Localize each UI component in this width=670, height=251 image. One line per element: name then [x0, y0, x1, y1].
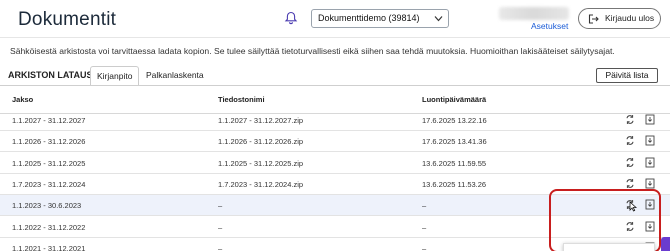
cell-filename: 1.1.2025 - 31.12.2025.zip [218, 158, 304, 168]
logout-button[interactable]: Kirjaudu ulos [578, 8, 661, 29]
user-name-blurred [499, 7, 569, 20]
download-icon[interactable] [645, 114, 655, 125]
cell-period: 1.1.2022 - 31.12.2022 [12, 222, 86, 232]
cell-created: 17.6.2025 13.41.36 [422, 137, 487, 147]
regenerate-icon[interactable] [625, 178, 635, 189]
cell-created: – [422, 201, 427, 211]
regenerate-icon[interactable] [625, 135, 635, 146]
cell-filename: 1.1.2026 - 31.12.2026.zip [218, 137, 304, 147]
table-row: 1.1.2027 - 31.12.2027 1.1.2027 - 31.12.20… [0, 110, 670, 131]
cell-filename: – [218, 222, 223, 232]
cell-created: 13.6.2025 11.53.26 [422, 179, 487, 189]
cell-filename: 1.1.2027 - 31.12.2027.zip [218, 116, 304, 125]
cell-period: 1.1.2025 - 31.12.2025 [12, 158, 86, 168]
download-icon[interactable] [645, 135, 655, 146]
logout-label: Kirjaudu ulos [605, 13, 655, 23]
logout-icon [588, 14, 599, 24]
regenerate-icon[interactable] [625, 157, 635, 168]
tab-palkanlaskenta[interactable]: Palkanlaskenta [140, 66, 210, 86]
settings-link[interactable]: Asetukset [531, 21, 568, 31]
download-icon[interactable] [645, 199, 655, 210]
page-title: Dokumentit [18, 9, 117, 30]
company-select[interactable]: Dokumenttidemo (39814) [311, 9, 449, 28]
refresh-list-button[interactable]: Päivitä lista [596, 68, 658, 83]
regenerate-icon[interactable] [625, 114, 635, 125]
mouse-cursor-icon [629, 201, 637, 212]
chevron-down-icon [434, 16, 443, 22]
company-select-value: Dokumenttidemo (39814) [318, 13, 420, 23]
cell-period: 1.1.2026 - 31.12.2026 [12, 137, 86, 147]
cell-period: 1.7.2023 - 31.12.2024 [12, 179, 86, 189]
table-row: 1.1.2026 - 31.12.2026 1.1.2026 - 31.12.20… [0, 131, 670, 153]
section-title: ARKISTON LATAUS [8, 70, 93, 80]
download-icon[interactable] [645, 178, 655, 189]
cell-period: 1.1.2027 - 31.12.2027 [12, 116, 86, 125]
cell-period: 1.1.2021 - 31.12.2021 [12, 243, 86, 251]
table-row: 1.1.2022 - 31.12.2022 – – [0, 217, 670, 238]
cell-filename: 1.7.2023 - 31.12.2024.zip [218, 179, 304, 189]
download-icon[interactable] [645, 157, 655, 168]
table-row: 1.1.2023 - 30.6.2023 – – [0, 195, 670, 217]
table-row: 1.1.2025 - 31.12.2025 1.1.2025 - 31.12.20… [0, 153, 670, 174]
bell-icon[interactable] [284, 11, 298, 25]
tab-divider [0, 85, 670, 86]
tooltip-create-material: Luo ladattava materiaali [563, 243, 655, 251]
tab-kirjanpito[interactable]: Kirjanpito [90, 66, 140, 86]
regenerate-icon[interactable] [625, 221, 635, 232]
archive-notice: Sähköisestä arkistosta voi tarvittaessa … [10, 46, 615, 56]
help-widget[interactable] [661, 237, 670, 251]
cell-period: 1.1.2023 - 30.6.2023 [12, 201, 82, 211]
cell-created: 17.6.2025 13.22.16 [422, 116, 487, 125]
column-header-period[interactable]: Jakso [12, 95, 33, 104]
column-header-filename[interactable]: Tiedostonimi [218, 95, 265, 104]
column-header-created[interactable]: Luontipäivämäärä [422, 95, 486, 104]
cell-created: – [422, 243, 427, 251]
cell-created: 13.6.2025 11.59.55 [422, 158, 487, 168]
cell-created: – [422, 222, 427, 232]
cell-filename: – [218, 201, 223, 211]
cell-filename: – [218, 243, 223, 251]
download-icon[interactable] [645, 221, 655, 232]
app-header: Dokumentit Dokumenttidemo (39814) Asetuk… [0, 0, 670, 38]
table-row: 1.7.2023 - 31.12.2024 1.7.2023 - 31.12.20… [0, 174, 670, 195]
